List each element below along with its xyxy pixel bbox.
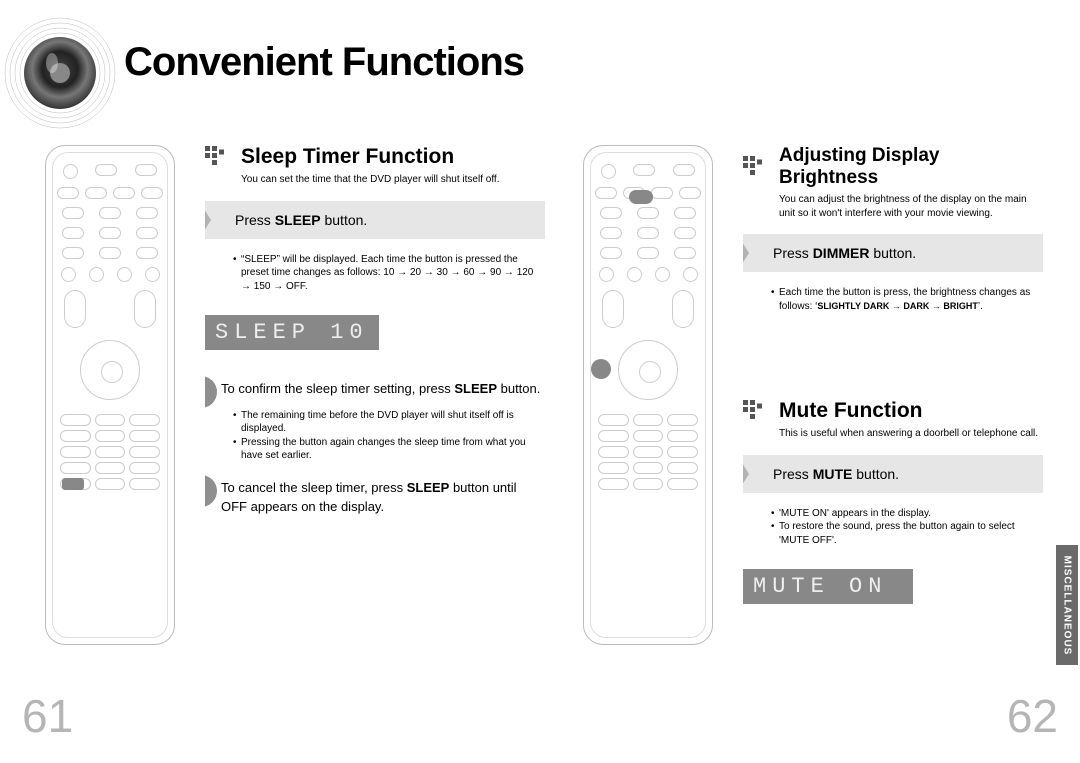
action-bar-mute: Press MUTE button.	[743, 455, 1043, 493]
remote-illustration-dimmer	[583, 145, 713, 645]
section-subtitle-sleep: You can set the time that the DVD player…	[241, 173, 545, 187]
section-bullet-icon	[743, 156, 773, 178]
remote-illustration-sleep	[45, 145, 175, 645]
page-number-right: 62	[1007, 689, 1058, 743]
action-bar-sleep: Press SLEEP button.	[205, 201, 545, 239]
action-bar-dimmer: Press DIMMER button.	[743, 234, 1043, 272]
bullets-confirm: The remaining time before the DVD player…	[233, 409, 545, 463]
side-tab-misc: MISCELLANEOUS	[1056, 545, 1078, 665]
bullets-mute: 'MUTE ON' appears in the display. To res…	[771, 507, 1043, 548]
page-number-left: 61	[22, 689, 73, 743]
display-sleep: SLEEP 10	[205, 315, 379, 350]
section-subtitle-dimmer: You can adjust the brightness of the dis…	[779, 193, 1043, 220]
speaker-graphic	[0, 15, 120, 130]
cancel-step: To cancel the sleep timer, press SLEEP b…	[205, 479, 545, 517]
bullets-dimmer: Each time the button is press, the brigh…	[771, 286, 1043, 313]
section-title-dimmer: Adjusting Display Brightness	[779, 145, 1043, 189]
section-bullet-icon	[205, 146, 235, 168]
display-mute: MUTE ON	[743, 569, 913, 604]
section-subtitle-mute: This is useful when answering a doorbell…	[779, 427, 1043, 441]
section-title-mute: Mute Function	[779, 399, 922, 423]
page-title: Convenient Functions	[124, 40, 524, 85]
confirm-step: To confirm the sleep timer setting, pres…	[205, 380, 545, 399]
bullets-sleep: “SLEEP” will be displayed. Each time the…	[233, 253, 545, 294]
section-title-sleep: Sleep Timer Function	[241, 145, 454, 169]
section-bullet-icon	[743, 400, 773, 422]
